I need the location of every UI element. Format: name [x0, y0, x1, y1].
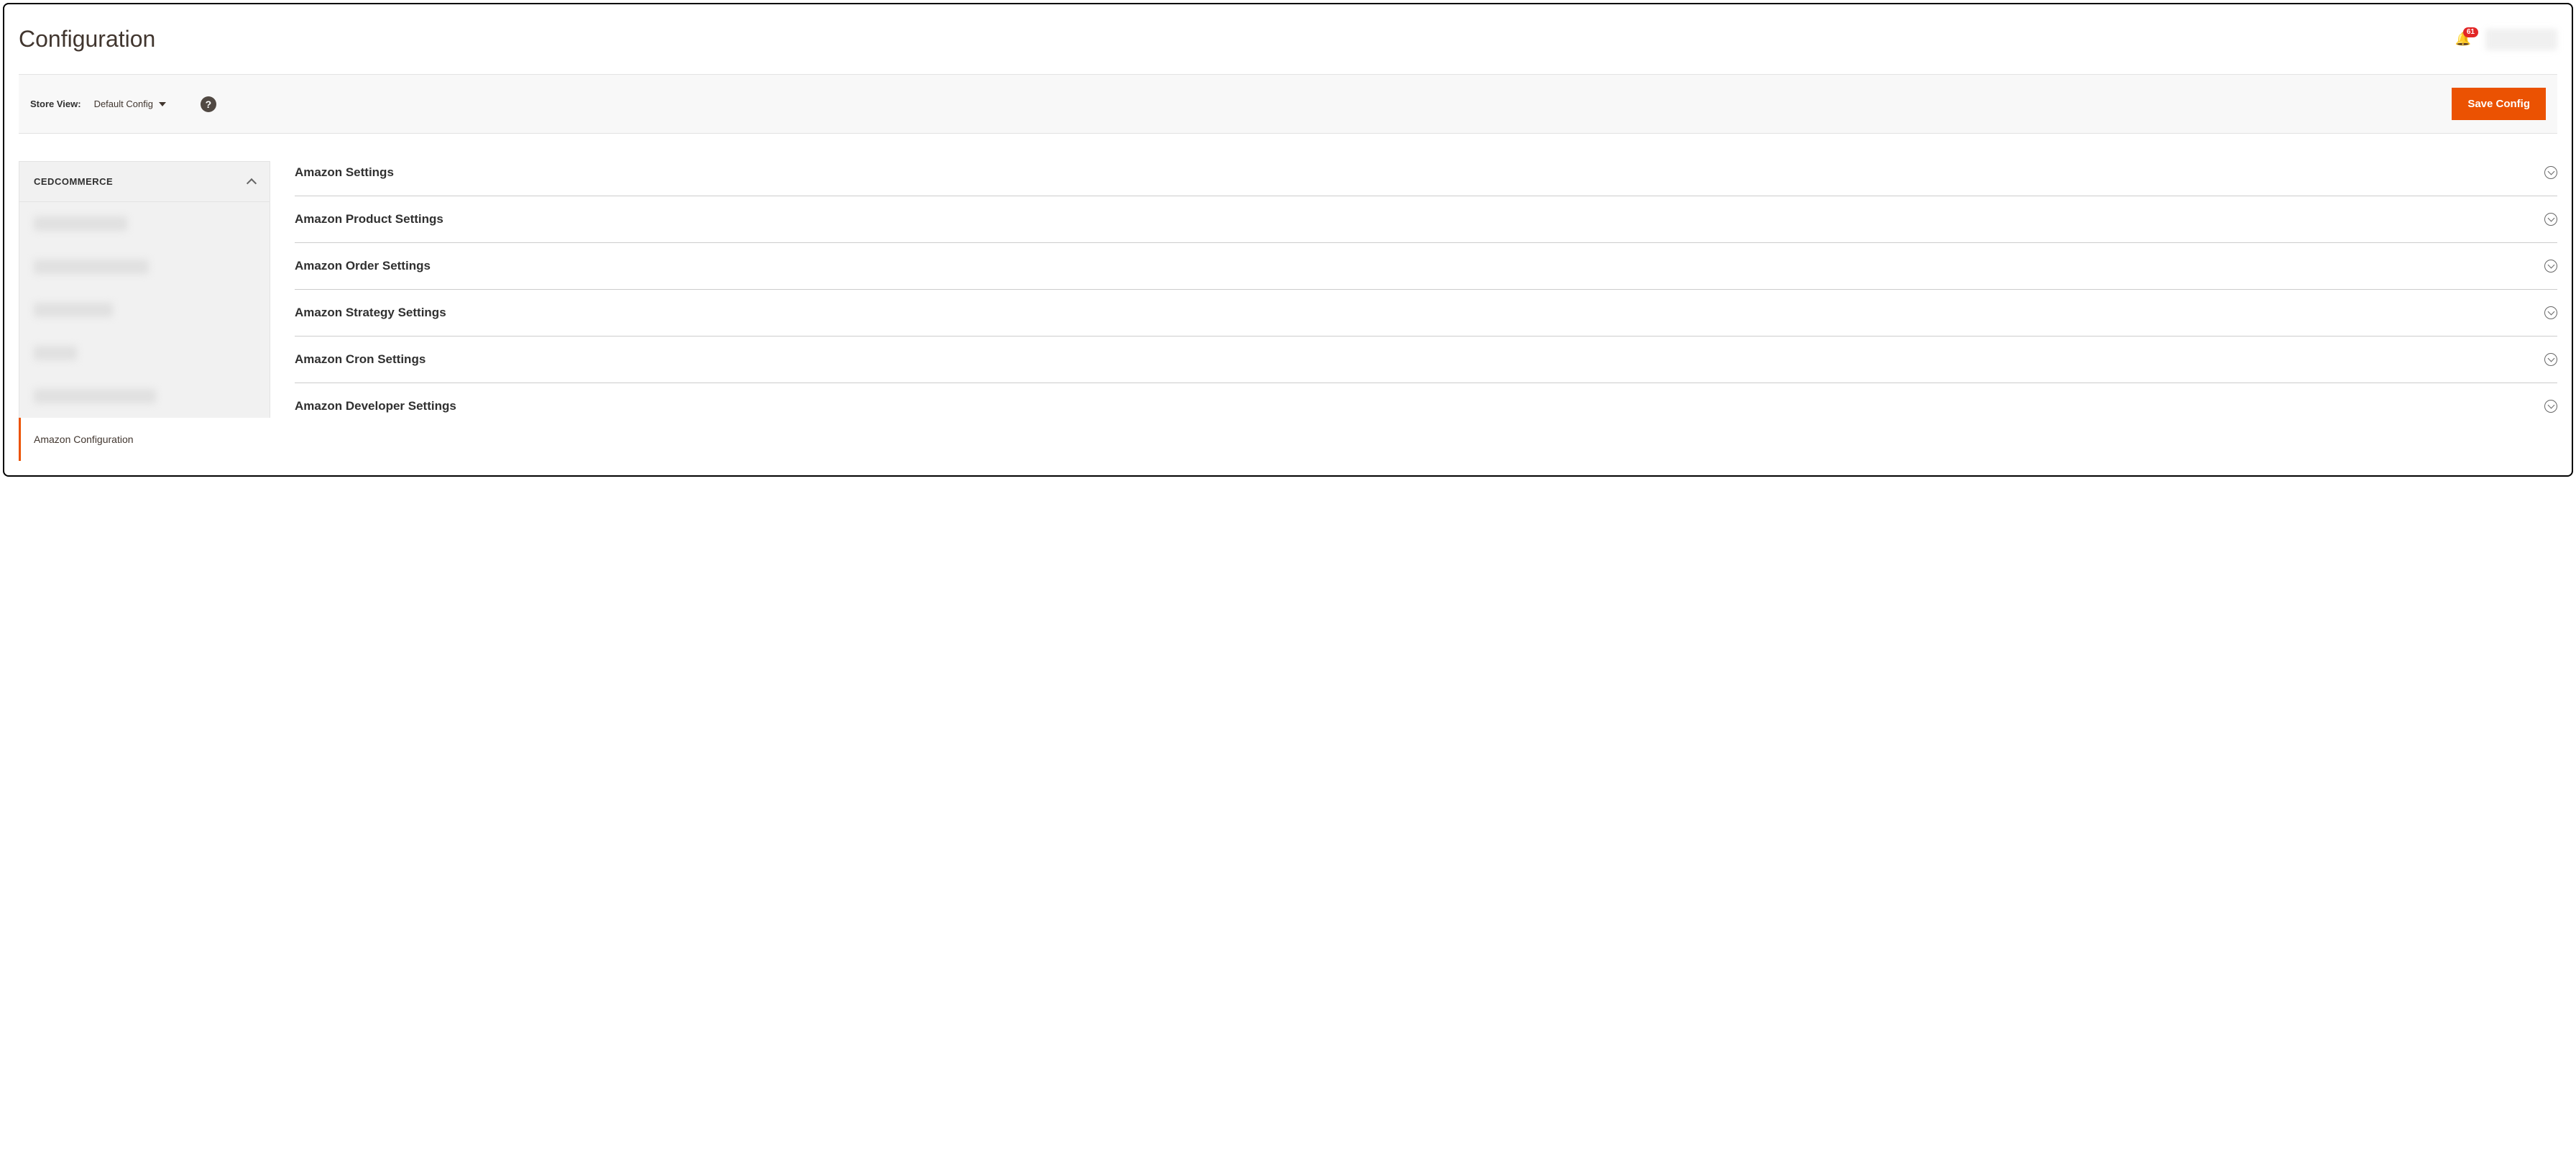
section-title: Amazon Order Settings [295, 259, 431, 273]
account-menu[interactable] [2485, 29, 2557, 50]
notifications-button[interactable]: 🔔 61 [2455, 32, 2471, 47]
store-view-label: Store View: [30, 99, 81, 109]
section-amazon-cron-settings[interactable]: Amazon Cron Settings [295, 337, 2557, 383]
section-amazon-developer-settings[interactable]: Amazon Developer Settings [295, 383, 2557, 429]
notification-badge: 61 [2463, 27, 2478, 37]
sidebar-item-amazon-configuration[interactable]: Amazon Configuration [19, 418, 270, 461]
sidebar-item[interactable] [19, 202, 270, 245]
store-view-select[interactable]: Default Config [94, 99, 166, 109]
section-amazon-strategy-settings[interactable]: Amazon Strategy Settings [295, 290, 2557, 337]
caret-down-icon [159, 102, 166, 106]
sidebar-group-title: CEDCOMMERCE [34, 176, 113, 187]
sidebar-item[interactable] [19, 245, 270, 288]
expand-icon [2544, 166, 2557, 179]
toolbar: Store View: Default Config ? Save Config [19, 74, 2557, 134]
section-title: Amazon Cron Settings [295, 352, 426, 367]
toolbar-left: Store View: Default Config ? [30, 96, 216, 112]
help-icon[interactable]: ? [201, 96, 216, 112]
section-amazon-order-settings[interactable]: Amazon Order Settings [295, 243, 2557, 290]
store-view-value: Default Config [94, 99, 153, 109]
sidebar-item-label: Amazon Configuration [34, 434, 134, 445]
section-title: Amazon Strategy Settings [295, 306, 446, 320]
save-config-button[interactable]: Save Config [2452, 88, 2546, 120]
expand-icon [2544, 353, 2557, 366]
sidebar-items [19, 202, 270, 418]
section-amazon-product-settings[interactable]: Amazon Product Settings [295, 196, 2557, 243]
section-amazon-settings[interactable]: Amazon Settings [295, 161, 2557, 196]
page-title: Configuration [19, 26, 155, 52]
section-title: Amazon Settings [295, 165, 394, 180]
expand-icon [2544, 306, 2557, 319]
sidebar-item[interactable] [19, 288, 270, 331]
section-title: Amazon Product Settings [295, 212, 443, 226]
expand-icon [2544, 213, 2557, 226]
sidebar-item[interactable] [19, 375, 270, 418]
expand-icon [2544, 260, 2557, 273]
header-actions: 🔔 61 [2455, 29, 2557, 50]
section-title: Amazon Developer Settings [295, 399, 456, 413]
chevron-up-icon [247, 178, 257, 188]
sidebar-group-header[interactable]: CEDCOMMERCE [19, 161, 270, 202]
sidebar: CEDCOMMERCE Amazon Configuration [19, 161, 270, 461]
expand-icon [2544, 400, 2557, 413]
config-main: Amazon Settings Amazon Product Settings … [295, 161, 2557, 461]
sidebar-item[interactable] [19, 331, 270, 375]
